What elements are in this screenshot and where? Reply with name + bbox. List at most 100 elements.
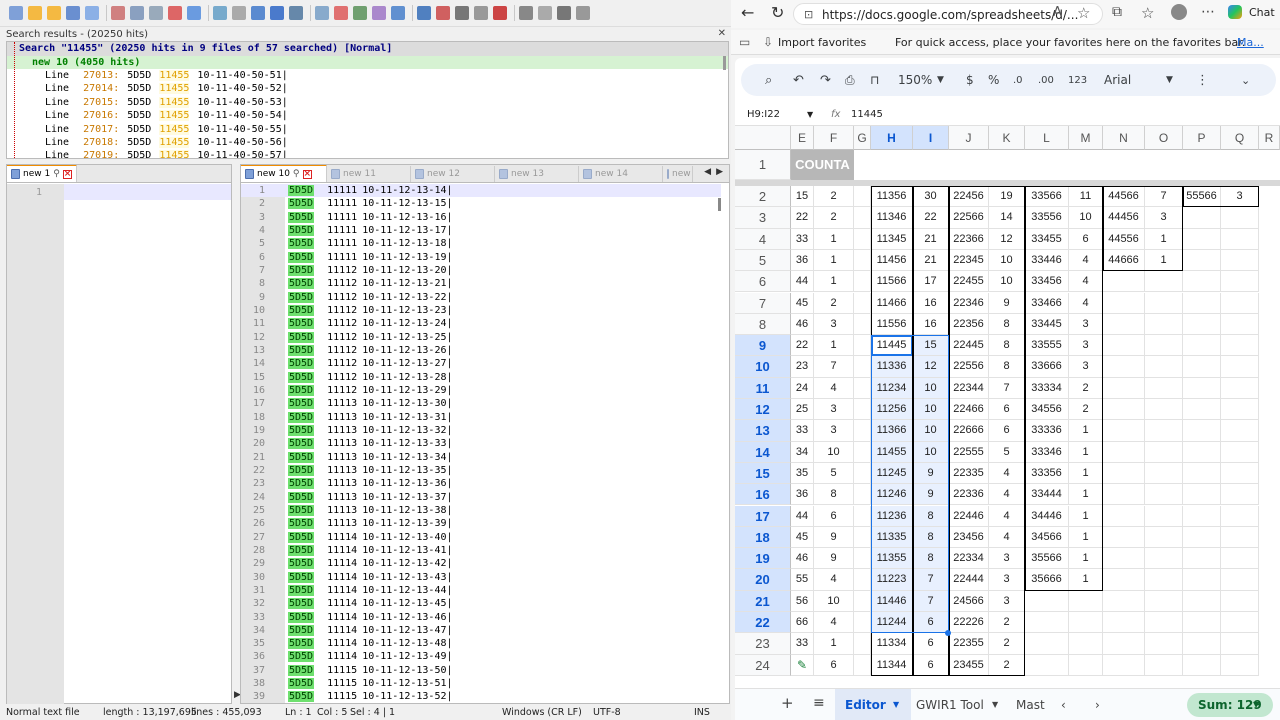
code-line[interactable]: 20 5D5D 11113 10-11-12-13-33| [241,437,721,450]
grid-cell[interactable]: 1 [1069,569,1103,591]
row-header[interactable]: 17 [735,505,791,527]
grid-cell[interactable]: 9 [814,548,854,570]
grid-cell[interactable] [1145,462,1183,485]
toolbar-button-icon[interactable] [519,6,533,20]
code-line[interactable]: 30 5D5D 11114 10-11-12-13-43| [241,571,721,584]
row-header[interactable]: 4 [735,228,791,250]
row-header[interactable]: 1 [735,150,791,180]
refresh-icon[interactable]: ↻ [771,3,784,22]
grid-cell[interactable] [1183,462,1221,485]
currency-button[interactable]: $ [966,73,974,87]
grid-cell[interactable]: 33 [791,633,814,655]
code-line[interactable]: 6 5D5D 11111 10-11-12-13-19| [241,251,721,264]
toolbar-button-icon[interactable] [557,6,571,20]
select-all-corner[interactable] [735,126,791,150]
code-line[interactable]: 1 5D5D 11111 10-11-12-13-14| [241,184,721,198]
grid-cell[interactable]: 33444 [1025,484,1069,506]
grid-cell[interactable] [1103,505,1145,527]
editor-scrollbar-thumb[interactable] [718,198,721,211]
chevron-down-icon[interactable]: ▼ [937,75,944,85]
grid-cell[interactable]: 33346 [1025,441,1069,463]
code-line[interactable]: 7 5D5D 11112 10-11-12-13-20| [241,264,721,277]
tab-new-1[interactable]: new 1 ⚲ × [7,165,77,182]
spreadsheet-grid[interactable]: E F G H I J K L M N O P Q R 1 COUNTA 2 15 2 11356 30 22456 19 3… [735,126,1280,686]
code-line[interactable]: 39 5D5D 11115 10-11-12-13-52| [241,690,721,703]
grid-cell[interactable] [1183,590,1221,612]
grid-cell[interactable] [1221,356,1259,378]
code-line[interactable]: 33 5D5D 11114 10-11-12-13-46| [241,611,721,624]
grid-cell[interactable]: 22445 [949,335,989,357]
code-line[interactable]: 32 5D5D 11114 10-11-12-13-45| [241,597,721,610]
grid-cell[interactable]: 19 [989,186,1025,208]
column-header[interactable]: I [913,126,949,150]
grid-cell[interactable]: 1 [1069,505,1103,527]
grid-cell[interactable]: 6 [913,654,949,676]
grid-cell[interactable] [1145,420,1183,442]
grid-cell[interactable]: 6 [913,633,949,655]
grid-cell[interactable]: 11256 [871,399,913,421]
toolbar-button-icon[interactable] [85,6,99,20]
grid-cell[interactable]: 22456 [949,186,989,208]
column-header[interactable]: L [1025,126,1069,150]
column-header[interactable]: H [871,126,913,150]
grid-cell[interactable] [1221,207,1259,229]
grid-cell[interactable] [854,441,871,463]
grid-cell[interactable] [1183,441,1221,463]
grid-cell[interactable] [1145,590,1183,612]
tab-gwir1-tool[interactable]: GWIR1 Tool [916,698,984,712]
grid-cell[interactable] [1103,462,1145,485]
grid-cell[interactable]: 1 [814,335,854,357]
grid-cell[interactable] [1183,292,1221,314]
counta-header-cell[interactable]: COUNTA [791,150,854,180]
code-line[interactable]: 21 5D5D 11113 10-11-12-13-34| [241,451,721,464]
grid-cell[interactable]: 11335 [871,526,913,549]
column-header[interactable]: J [949,126,989,150]
code-line[interactable]: 4 5D5D 11111 10-11-12-13-17| [241,224,721,237]
grid-cell[interactable] [1103,271,1145,293]
row-header[interactable]: 10 [735,356,791,378]
grid-cell[interactable]: 11336 [871,356,913,378]
favorite-star-icon[interactable]: ☆ [1077,4,1090,22]
tab-scroll-left-icon[interactable]: ◀ [704,167,711,177]
grid-cell[interactable]: 7 [913,590,949,612]
grid-cell[interactable] [854,505,871,527]
grid-cell[interactable]: 36 [791,249,814,272]
code-line[interactable]: 28 5D5D 11114 10-11-12-13-41| [241,544,721,557]
grid-cell[interactable] [1221,548,1259,570]
grid-cell[interactable]: 22335 [949,462,989,485]
grid-cell[interactable]: 23456 [949,526,989,549]
column-header[interactable]: K [989,126,1025,150]
toolbar-button-icon[interactable] [493,6,507,20]
grid-cell[interactable] [1025,654,1069,676]
toolbar-button-icon[interactable] [538,6,552,20]
grid-cell[interactable]: 35566 [1025,548,1069,570]
search-scrollbar-thumb[interactable] [723,56,726,70]
grid-cell[interactable] [854,526,871,549]
toolbar-button-icon[interactable] [334,6,348,20]
chevron-down-icon[interactable]: ▼ [807,104,813,126]
grid-cell[interactable]: 11556 [871,313,913,336]
code-line[interactable]: 25 5D5D 11113 10-11-12-13-38| [241,504,721,517]
code-line[interactable]: 17 5D5D 11113 10-11-12-13-30| [241,397,721,410]
grid-cell[interactable] [1183,207,1221,229]
extensions-icon[interactable]: ⧉ [1112,4,1122,20]
grid-cell[interactable] [1183,633,1221,655]
grid-cell[interactable] [1183,399,1221,421]
grid-cell[interactable]: 4 [989,484,1025,506]
grid-cell[interactable]: 22345 [949,249,989,272]
grid-cell[interactable] [1145,356,1183,378]
grid-cell[interactable]: 44556 [1103,228,1145,250]
grid-cell[interactable] [1183,505,1221,527]
grid-cell[interactable] [1025,590,1069,612]
row-header[interactable]: 3 [735,207,791,229]
grid-cell[interactable] [1103,548,1145,570]
row-header[interactable]: 7 [735,292,791,314]
grid-cell[interactable]: 6 [989,420,1025,442]
grid-cell[interactable] [1145,271,1183,293]
grid-cell[interactable]: 10 [913,399,949,421]
grid-cell[interactable]: 22446 [949,505,989,527]
grid-cell[interactable]: 22466 [949,399,989,421]
grid-cell[interactable] [854,548,871,570]
grid-cell[interactable]: 1 [1069,484,1103,506]
grid-cell[interactable]: 10 [913,441,949,463]
